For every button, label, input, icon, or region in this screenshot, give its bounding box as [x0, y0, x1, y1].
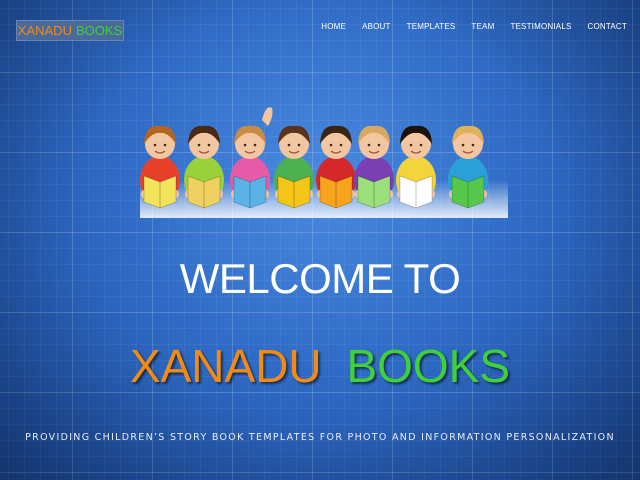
brand-heading: XANADU BOOKS — [0, 343, 640, 389]
tagline: PROVIDING CHILDREN’S STORY BOOK TEMPLATE… — [25, 432, 615, 443]
child-figure — [140, 125, 180, 209]
child-figure — [396, 125, 436, 209]
brand-word-xanadu: XANADU — [129, 340, 322, 392]
brand-word-books: BOOKS — [346, 340, 511, 392]
child-figure — [274, 125, 314, 209]
nav-team[interactable]: TEAM — [471, 22, 494, 31]
child-figure — [230, 125, 270, 209]
child-figure — [184, 125, 224, 209]
nav-home[interactable]: HOME — [321, 22, 346, 31]
raised-feet — [262, 107, 273, 126]
background-vignette — [0, 0, 640, 480]
nav-contact[interactable]: CONTACT — [588, 22, 627, 31]
nav-testimonials[interactable]: TESTIMONIALS — [510, 22, 571, 31]
child-figure — [354, 125, 394, 209]
child-figure — [448, 125, 488, 209]
child-figure — [316, 125, 356, 209]
blueprint-grid-background — [0, 0, 640, 480]
logo-word-xanadu: XANADU — [17, 23, 72, 38]
welcome-heading: WELCOME TO — [179, 255, 461, 302]
nav-templates[interactable]: TEMPLATES — [407, 22, 456, 31]
nav-about[interactable]: ABOUT — [362, 22, 391, 31]
main-nav: HOME ABOUT TEMPLATES TEAM TESTIMONIALS C… — [321, 22, 627, 31]
logo-word-books: BOOKS — [75, 23, 123, 38]
children-reading-image — [140, 107, 508, 218]
site-logo[interactable]: XANADU BOOKS — [16, 20, 124, 41]
